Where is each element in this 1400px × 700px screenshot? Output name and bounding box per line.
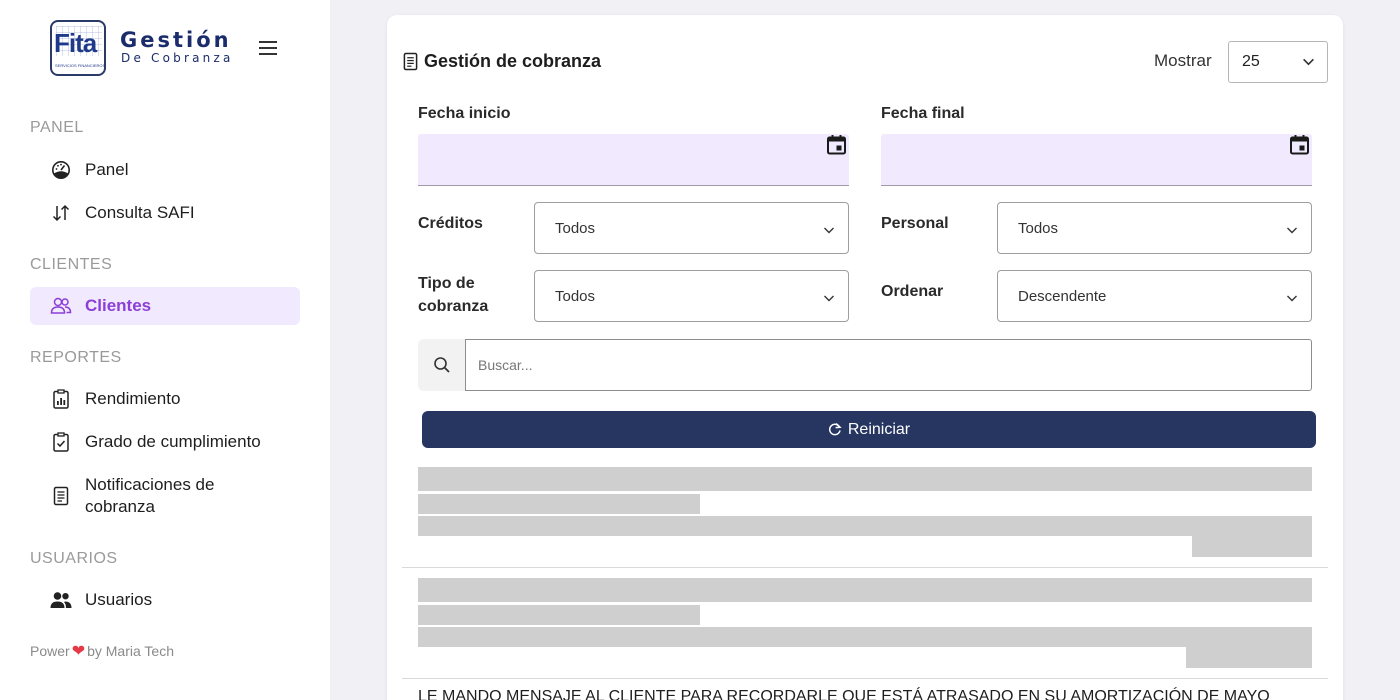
chevron-down-icon <box>823 291 835 308</box>
skeleton-line <box>418 605 700 625</box>
chevron-down-icon <box>1286 291 1298 308</box>
menu-toggle-icon[interactable] <box>259 41 277 55</box>
footer-credit: Power ❤ by Maria Tech <box>30 641 174 661</box>
creditos-label: Créditos <box>418 215 483 232</box>
page-size-select[interactable]: 25 <box>1228 41 1328 83</box>
personal-label: Personal <box>881 215 949 232</box>
collection-message: LE MANDO MENSAJE AL CLIENTE PARA RECORDA… <box>418 688 1270 700</box>
footer-suffix: by Maria Tech <box>87 643 174 659</box>
creditos-select[interactable]: Todos <box>534 202 849 254</box>
sidebar-item-label: Consulta SAFI <box>85 203 195 222</box>
personal-select[interactable]: Todos <box>997 202 1312 254</box>
page-title-text: Gestión de cobranza <box>424 51 602 71</box>
fecha-final-label: Fecha final <box>881 105 965 122</box>
users-icon <box>50 295 72 317</box>
sidebar-item-label: Notificaciones de cobranza <box>85 475 215 516</box>
skeleton-line <box>418 494 700 514</box>
main-card: Gestión de cobranza Mostrar 25 Fecha ini… <box>387 15 1343 700</box>
tipo-cobranza-value: Todos <box>555 287 596 305</box>
sidebar-item-usuarios[interactable]: Usuarios <box>30 585 300 615</box>
sidebar-item-label: Grado de cumplimiento <box>85 432 261 451</box>
mostrar-label: Mostrar <box>1154 51 1212 70</box>
skeleton-line <box>418 467 1312 491</box>
search-bar <box>418 339 1312 391</box>
sidebar-item-label: Rendimiento <box>85 389 181 408</box>
sidebar-item-rendimiento[interactable]: Rendimiento <box>30 384 300 414</box>
fecha-final-input[interactable] <box>881 134 1312 186</box>
reset-button-label: Reiniciar <box>847 420 911 438</box>
sidebar-item-notificaciones[interactable]: Notificaciones de cobranza <box>30 472 300 520</box>
skeleton-line <box>418 578 1312 602</box>
report-chart-icon <box>50 388 72 410</box>
sidebar: Fita SERVICIOS FINANCIEROS Gestión De Co… <box>0 0 330 700</box>
ordenar-value: Descendente <box>1018 287 1107 305</box>
footer-prefix: Power <box>30 643 70 659</box>
reset-button[interactable]: Reiniciar <box>422 411 1316 448</box>
divider <box>402 678 1328 679</box>
chevron-down-icon <box>1302 55 1315 73</box>
sidebar-item-consulta-safi[interactable]: Consulta SAFI <box>30 198 300 228</box>
skeleton-block <box>1186 647 1312 668</box>
chevron-down-icon <box>823 223 835 240</box>
document-icon <box>50 485 72 507</box>
people-icon <box>50 589 72 611</box>
calendar-icon[interactable] <box>1289 134 1310 160</box>
logo-subtext: SERVICIOS FINANCIEROS <box>55 63 106 68</box>
section-title-reportes: REPORTES <box>30 349 122 366</box>
sidebar-item-label: Panel <box>85 160 129 179</box>
search-input[interactable] <box>465 339 1312 391</box>
section-title-clientes: CLIENTES <box>30 256 113 273</box>
skeleton-line <box>418 516 1312 536</box>
fecha-inicio-input[interactable] <box>418 134 849 186</box>
sidebar-item-panel[interactable]: Panel <box>30 155 300 185</box>
sidebar-item-label: Usuarios <box>85 590 153 609</box>
fecha-inicio-label: Fecha inicio <box>418 105 511 122</box>
tipo-cobranza-select[interactable]: Todos <box>534 270 849 322</box>
ordenar-label: Ordenar <box>881 283 944 300</box>
dashboard-icon <box>50 159 72 181</box>
sort-arrows-icon <box>50 202 72 224</box>
ordenar-select[interactable]: Descendente <box>997 270 1312 322</box>
clipboard-check-icon <box>50 431 72 453</box>
section-title-usuarios: USUARIOS <box>30 550 118 567</box>
skeleton-block <box>1192 536 1312 557</box>
brand-subtitle: De Cobranza <box>121 51 234 65</box>
tipo-cobranza-label: Tipo de cobranza <box>418 275 489 315</box>
chevron-down-icon <box>1286 223 1298 240</box>
section-title-panel: PANEL <box>30 119 84 136</box>
skeleton-line <box>418 627 1312 647</box>
creditos-value: Todos <box>555 219 596 237</box>
page-title: Gestión de cobranza <box>403 51 601 72</box>
document-icon <box>403 52 418 71</box>
page-size-value: 25 <box>1242 53 1260 70</box>
divider <box>402 567 1328 568</box>
search-icon[interactable] <box>418 339 465 391</box>
calendar-icon[interactable] <box>826 134 847 160</box>
sidebar-item-grado-cumplimiento[interactable]: Grado de cumplimiento <box>30 427 300 457</box>
heart-icon: ❤ <box>71 643 86 660</box>
sidebar-item-clientes[interactable]: Clientes <box>30 287 300 325</box>
sidebar-item-label: Clientes <box>85 296 152 315</box>
brand-title: Gestión <box>120 28 232 52</box>
brand-logo: Fita SERVICIOS FINANCIEROS <box>50 20 106 76</box>
logo-text: Fita <box>54 28 97 58</box>
refresh-icon <box>828 422 842 437</box>
personal-value: Todos <box>1018 219 1059 237</box>
